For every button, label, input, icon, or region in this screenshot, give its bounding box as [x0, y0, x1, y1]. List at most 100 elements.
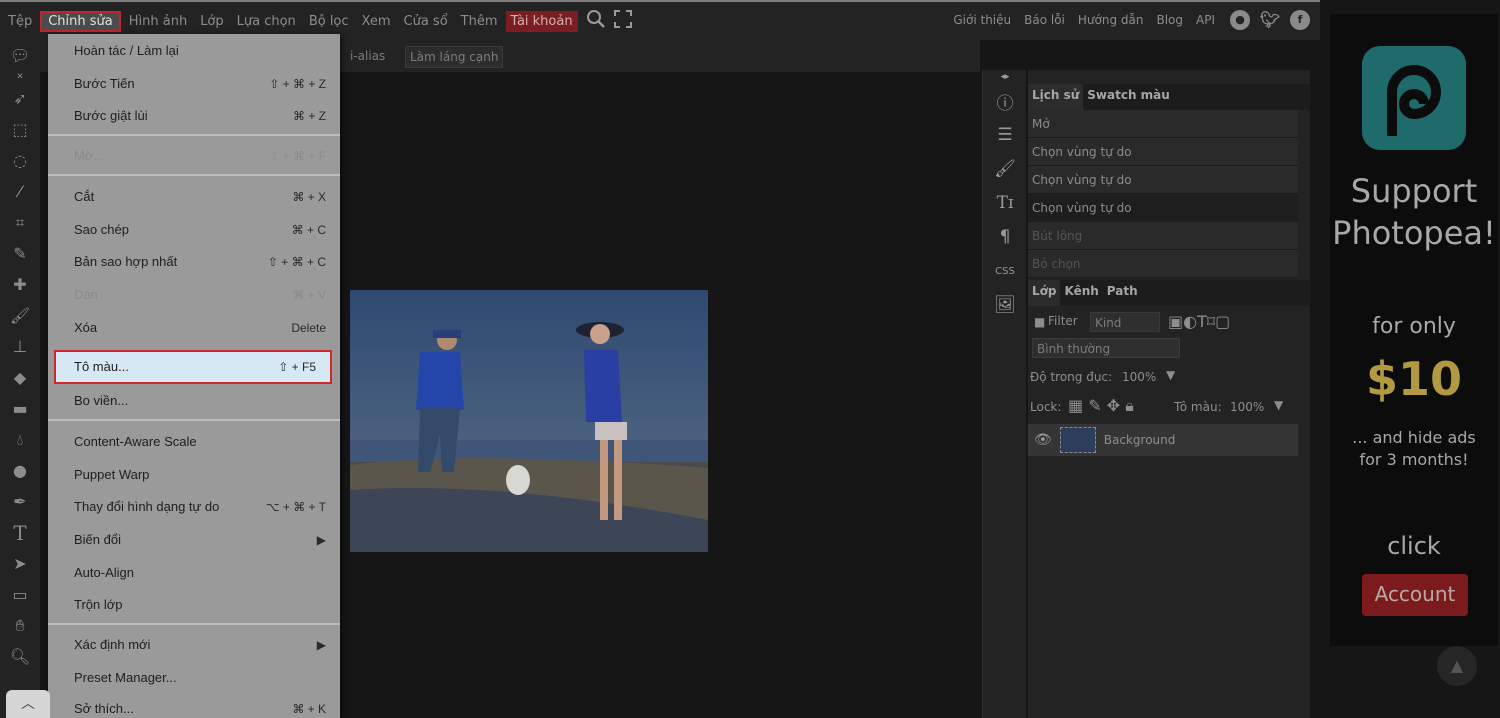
menu-item-copy-merged[interactable]: Bản sao hợp nhất ⇧ + ⌘ + C — [48, 247, 340, 277]
tab-channels[interactable]: Kênh — [1060, 280, 1102, 306]
menu-window[interactable]: Cửa sổ — [399, 11, 453, 32]
brush-settings-icon[interactable]: 🖌︎ — [983, 152, 1027, 186]
antialias-option[interactable]: i-alias — [346, 46, 389, 68]
properties-icon[interactable]: ☰ — [983, 118, 1027, 152]
menu-item-paste[interactable]: Dán ⌘ + V — [48, 280, 340, 310]
menu-item-stroke[interactable]: Bo viền... — [48, 386, 340, 416]
healing-brush-icon[interactable]: ✚ — [0, 269, 40, 300]
menu-item-fill[interactable]: Tô màu... ⇧ + F5 — [54, 350, 332, 384]
menu-layer[interactable]: Lớp — [195, 11, 228, 32]
link-report-bug[interactable]: Báo lỗi — [1019, 10, 1070, 30]
crop-tool-icon[interactable]: ⌗ — [0, 207, 40, 238]
menu-item-transform[interactable]: Biến đổi ▶ — [48, 525, 340, 555]
menu-edit[interactable]: Chỉnh sửa — [40, 10, 121, 32]
tab-history[interactable]: Lịch sử — [1028, 84, 1084, 110]
menu-select[interactable]: Lựa chọn — [232, 11, 301, 32]
document-image[interactable] — [350, 290, 708, 552]
zoom-tool-icon[interactable]: 🔍︎ — [0, 641, 40, 672]
menu-item-step-backward[interactable]: Bước giật lùi ⌘ + Z — [48, 101, 340, 131]
gradient-tool-icon[interactable]: ▬ — [0, 393, 40, 424]
refine-edge-button[interactable]: Làm láng cạnh — [405, 46, 504, 68]
paragraph-icon[interactable]: ¶ — [983, 220, 1027, 254]
menu-item-content-aware-scale[interactable]: Content-Aware Scale — [48, 427, 340, 457]
expand-panel-icon[interactable]: ◂▸ — [983, 70, 1027, 84]
menu-item-undo-redo[interactable]: Hoàn tác / Làm lại — [48, 36, 340, 66]
link-tutorial[interactable]: Hướng dẫn — [1073, 10, 1149, 30]
menu-filter[interactable]: Bộ lọc — [304, 11, 354, 32]
lasso-tool-icon[interactable]: ◌ — [0, 145, 40, 176]
image-icon[interactable]: 🖼︎ — [983, 288, 1027, 322]
menu-more[interactable]: Thêm — [456, 11, 503, 32]
photopea-logo-icon[interactable] — [1362, 46, 1466, 150]
eraser-tool-icon[interactable]: ◆ — [0, 362, 40, 393]
menu-item-blend-layers[interactable]: Trộn lớp — [48, 590, 340, 620]
reddit-icon[interactable]: ● — [1230, 10, 1250, 30]
menu-item-preset-manager[interactable]: Preset Manager... — [48, 663, 340, 693]
shape-tool-icon[interactable]: ▭ — [0, 579, 40, 610]
menu-item-shortcut: ⇧ + ⌘ + F — [269, 149, 326, 163]
opacity-value[interactable]: 100% — [1122, 370, 1156, 384]
menu-item-free-transform[interactable]: Thay đổi hình dạng tự do ⌥ + ⌘ + T — [48, 492, 340, 522]
type-tool-icon[interactable]: T — [0, 517, 40, 548]
tab-swatches[interactable]: Swatch màu — [1083, 84, 1174, 110]
filter-kind-select[interactable]: Kind — [1090, 312, 1160, 332]
info-icon[interactable]: ⓘ — [983, 84, 1027, 118]
magic-wand-icon[interactable]: ⁄ — [0, 176, 40, 207]
dodge-tool-icon[interactable]: ● — [0, 455, 40, 486]
menu-item-step-forward[interactable]: Bước Tiến ⇧ + ⌘ + Z — [48, 69, 340, 99]
history-row[interactable]: Chọn vùng tự do — [1028, 166, 1298, 194]
menu-account[interactable]: Tài khoản — [505, 10, 578, 32]
stamp-tool-icon[interactable]: ⊥ — [0, 331, 40, 362]
eyedropper-icon[interactable]: ✎ — [0, 238, 40, 269]
tab-paths[interactable]: Path — [1103, 280, 1142, 306]
speech-bubble-icon[interactable]: 💬︎ — [0, 40, 40, 71]
marquee-tool-icon[interactable]: ⬚ — [0, 114, 40, 145]
blend-mode-select[interactable]: Bình thường — [1032, 338, 1180, 358]
move-tool-icon[interactable]: ➶ — [0, 83, 40, 114]
history-row[interactable]: Bỏ chọn — [1028, 250, 1298, 278]
fill-value[interactable]: 100% — [1230, 400, 1264, 414]
pen-tool-icon[interactable]: ✒ — [0, 486, 40, 517]
history-row[interactable]: Chọn vùng tự do — [1028, 138, 1298, 166]
history-row[interactable]: Mở — [1028, 110, 1298, 138]
history-row[interactable]: Chọn vùng tự do — [1028, 194, 1298, 222]
brush-tool-icon[interactable]: 🖌︎ — [0, 300, 40, 331]
search-icon[interactable] — [586, 9, 606, 34]
twitter-icon[interactable]: 🐦︎ — [1260, 10, 1280, 30]
collapse-icon[interactable]: ✕ — [0, 71, 40, 83]
link-api[interactable]: API — [1191, 10, 1220, 30]
tab-layers[interactable]: Lớp — [1028, 280, 1061, 306]
path-select-icon[interactable]: ➤ — [0, 548, 40, 579]
layer-row[interactable]: 👁︎ Background — [1028, 424, 1298, 456]
menu-item-puppet-warp[interactable]: Puppet Warp — [48, 460, 340, 490]
filter-type-icons[interactable]: ▣◐T⌑▢ — [1168, 312, 1230, 331]
menu-view[interactable]: Xem — [357, 11, 396, 32]
eye-icon[interactable]: 👁︎ — [1034, 432, 1052, 448]
menu-item-cut[interactable]: Cắt ⌘ + X — [48, 182, 340, 212]
menu-item-delete[interactable]: Xóa Delete — [48, 313, 340, 343]
fill-dropdown-icon[interactable]: ▼ — [1274, 398, 1283, 412]
history-row[interactable]: Bút lông — [1028, 222, 1298, 250]
blur-tool-icon[interactable]: 💧︎ — [0, 424, 40, 455]
menu-item-copy[interactable]: Sao chép ⌘ + C — [48, 215, 340, 245]
character-icon[interactable]: Tɪ — [983, 186, 1027, 220]
menu-item-auto-align[interactable]: Auto-Align — [48, 558, 340, 588]
hand-tool-icon[interactable]: ✋︎ — [0, 610, 40, 641]
fullscreen-icon[interactable] — [613, 9, 632, 33]
layer-name[interactable]: Background — [1104, 433, 1176, 447]
ad-account-button[interactable]: Account — [1362, 574, 1468, 616]
filter-checkbox[interactable]: ■ — [1034, 315, 1045, 329]
css-icon[interactable]: CSS — [983, 254, 1027, 288]
scroll-top-icon[interactable]: ▲ — [1437, 646, 1477, 686]
chevron-up-icon[interactable]: ︿ — [6, 690, 50, 718]
link-about[interactable]: Giới thiệu — [948, 10, 1016, 30]
facebook-icon[interactable]: f — [1290, 10, 1310, 30]
opacity-dropdown-icon[interactable]: ▼ — [1166, 368, 1175, 382]
menu-item-define-new[interactable]: Xác định mới ▶ — [48, 630, 340, 660]
menu-item-fade[interactable]: Mờ... ⇧ + ⌘ + F — [48, 141, 340, 171]
menu-image[interactable]: Hình ảnh — [124, 11, 192, 32]
menu-file[interactable]: Tệp — [3, 11, 37, 32]
menu-item-preferences[interactable]: Sở thích... ⌘ + K — [48, 694, 340, 718]
lock-icons[interactable]: ▦ ✎ ✥ 🔒︎ — [1068, 396, 1134, 416]
link-blog[interactable]: Blog — [1151, 10, 1188, 30]
